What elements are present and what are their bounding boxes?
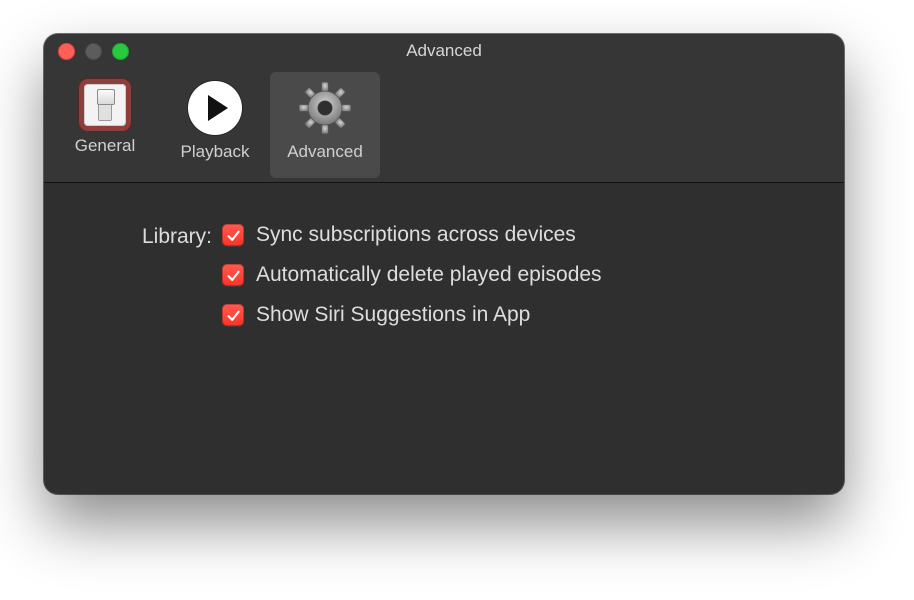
titlebar: Advanced	[44, 34, 844, 68]
option-sync-subscriptions[interactable]: Sync subscriptions across devices	[222, 223, 602, 247]
play-icon	[185, 78, 245, 138]
option-siri-suggestions[interactable]: Show Siri Suggestions in App	[222, 303, 602, 327]
tab-general[interactable]: General	[50, 72, 160, 178]
tab-label: Advanced	[287, 142, 363, 162]
content-area: Library: Sync subscriptions across devic…	[44, 183, 844, 327]
checkbox-checked-icon	[222, 304, 244, 326]
preferences-window: Advanced General Playback	[44, 34, 844, 494]
library-section-label: Library:	[102, 223, 222, 251]
option-label: Show Siri Suggestions in App	[256, 303, 530, 327]
close-window-button[interactable]	[58, 43, 75, 60]
option-label: Sync subscriptions across devices	[256, 223, 576, 247]
option-auto-delete[interactable]: Automatically delete played episodes	[222, 263, 602, 287]
switch-icon	[78, 78, 132, 132]
option-label: Automatically delete played episodes	[256, 263, 602, 287]
window-title: Advanced	[406, 41, 482, 61]
preferences-toolbar: General Playback	[44, 68, 844, 183]
zoom-window-button[interactable]	[112, 43, 129, 60]
tab-playback[interactable]: Playback	[160, 72, 270, 178]
tab-advanced[interactable]: Advanced	[270, 72, 380, 178]
window-controls	[58, 43, 129, 60]
tab-label: General	[75, 136, 135, 156]
tab-label: Playback	[181, 142, 250, 162]
checkbox-checked-icon	[222, 224, 244, 246]
checkbox-checked-icon	[222, 264, 244, 286]
minimize-window-button[interactable]	[85, 43, 102, 60]
gear-icon	[295, 78, 355, 138]
